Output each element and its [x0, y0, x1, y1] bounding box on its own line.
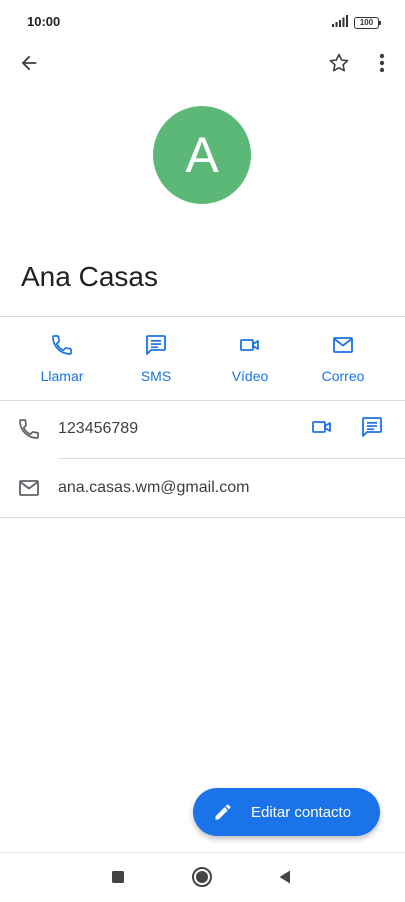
call-action-button[interactable]: Llamar	[22, 333, 102, 384]
phone-number: 123456789	[58, 420, 139, 437]
video-icon	[238, 333, 262, 362]
message-icon	[360, 415, 384, 444]
square-icon	[111, 870, 125, 889]
nav-back-button[interactable]	[272, 866, 298, 892]
email-row[interactable]: ana.casas.wm@gmail.com	[0, 459, 405, 517]
navigation-bar	[0, 852, 405, 902]
battery-icon: 100	[354, 17, 381, 29]
action-label: Llamar	[40, 368, 84, 384]
email-action-button[interactable]: Correo	[303, 333, 383, 384]
sms-action-button[interactable]: SMS	[116, 333, 196, 384]
divider	[0, 316, 405, 317]
home-button[interactable]	[189, 866, 215, 892]
more-vert-icon	[379, 53, 385, 78]
signal-icon	[332, 14, 348, 32]
circle-icon	[191, 866, 213, 893]
mail-icon	[16, 475, 42, 501]
action-label: Vídeo	[231, 368, 269, 384]
avatar: A	[153, 106, 251, 204]
more-options-button[interactable]	[368, 50, 396, 80]
status-time: 10:00	[27, 14, 61, 29]
edit-contact-button[interactable]: Editar contacto	[193, 788, 380, 836]
triangle-back-icon	[278, 869, 292, 890]
phone-icon	[16, 416, 42, 442]
favorite-button[interactable]	[324, 50, 354, 80]
message-icon	[144, 333, 168, 362]
action-label: SMS	[140, 368, 172, 384]
status-icons: 100	[332, 14, 381, 32]
arrow-back-icon	[18, 52, 40, 79]
mail-icon	[331, 333, 355, 362]
avatar-initial: A	[185, 127, 219, 183]
contact-name: Ana Casas	[21, 261, 158, 292]
recents-button[interactable]	[105, 866, 131, 892]
edit-contact-label: Editar contacto	[251, 803, 352, 821]
video-call-button[interactable]	[307, 414, 337, 444]
send-sms-button[interactable]	[357, 414, 387, 444]
status-bar: 10:00 100	[0, 0, 405, 44]
email-address: ana.casas.wm@gmail.com	[58, 479, 250, 496]
star-outline-icon	[327, 51, 351, 80]
video-icon	[310, 415, 334, 444]
divider	[0, 517, 405, 518]
quick-actions: Llamar SMS Vídeo Correo	[0, 325, 405, 395]
phone-row[interactable]: 123456789	[0, 400, 405, 458]
app-bar	[0, 44, 405, 84]
pencil-icon	[211, 800, 235, 824]
phone-icon	[50, 333, 74, 362]
video-action-button[interactable]: Vídeo	[210, 333, 290, 384]
action-label: Correo	[321, 368, 365, 384]
back-button[interactable]	[14, 50, 44, 80]
